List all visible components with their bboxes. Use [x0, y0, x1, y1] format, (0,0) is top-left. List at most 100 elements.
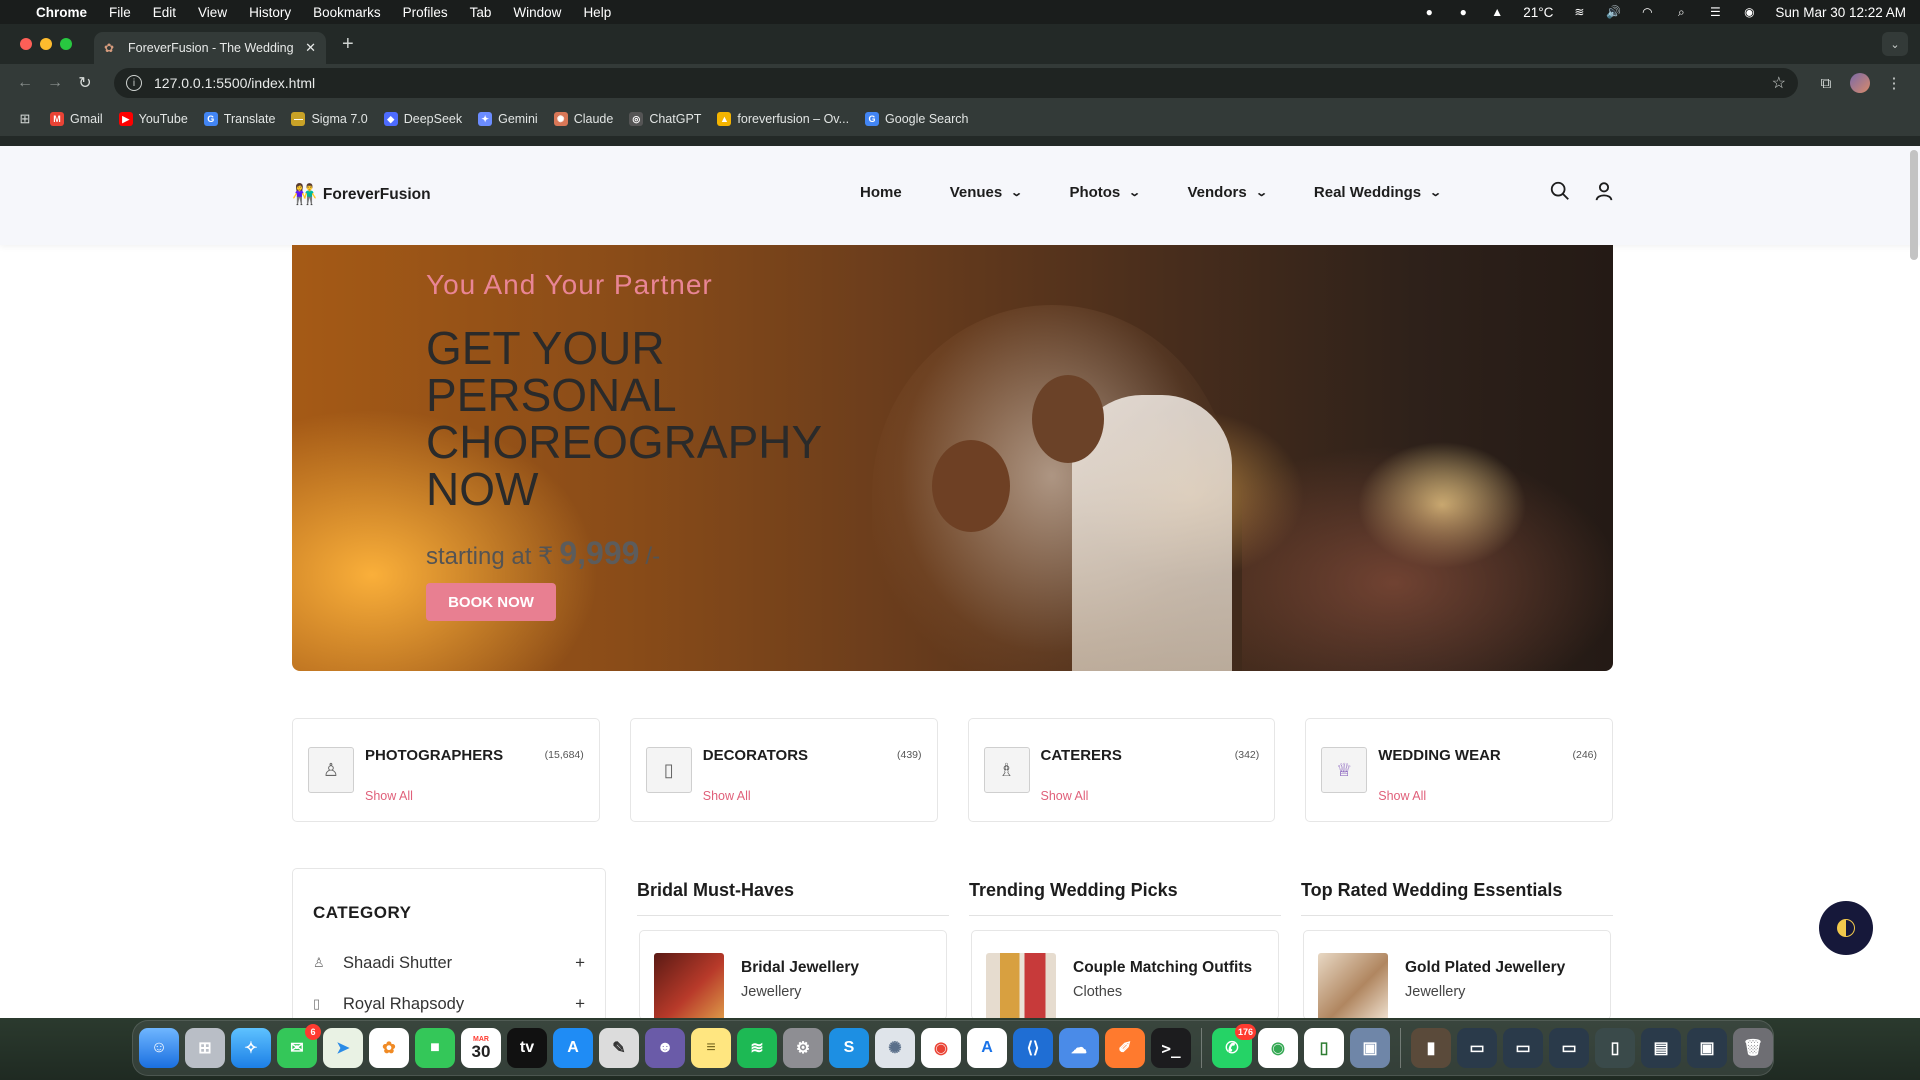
nav-vendors[interactable]: Vendors ⌄ [1188, 184, 1268, 201]
product-card[interactable]: Bridal Jewellery Jewellery [639, 930, 947, 1018]
weather-temperature[interactable]: 21°C [1523, 5, 1553, 20]
chrome-menu-icon[interactable]: ⋮ [1878, 74, 1910, 92]
bookmark-claude[interactable]: ✺ Claude [553, 112, 613, 126]
show-all-link[interactable]: Show All [365, 789, 413, 803]
xcode-icon[interactable]: A [967, 1028, 1007, 1068]
skype-icon[interactable]: S [829, 1028, 869, 1068]
finder-icon[interactable]: ☺ [139, 1028, 179, 1068]
new-tab-icon[interactable]: + [342, 33, 354, 56]
sidecar-icon[interactable]: ☁ [1059, 1028, 1099, 1068]
category-card-decorators[interactable]: ▯ DECORATORS (439) Show All [629, 718, 938, 822]
minimized-window-icon[interactable]: ▤ [1641, 1028, 1681, 1068]
nav-photos[interactable]: Photos ⌄ [1069, 184, 1141, 201]
wifi-icon[interactable]: ◠ [1639, 5, 1655, 19]
status-a-icon[interactable]: ▲ [1489, 5, 1505, 19]
menu-edit[interactable]: Edit [153, 5, 176, 20]
menu-help[interactable]: Help [583, 5, 611, 20]
expand-plus-icon[interactable]: + [575, 994, 585, 1014]
nav-real-weddings[interactable]: Real Weddings ⌄ [1314, 184, 1442, 201]
menu-history[interactable]: History [249, 5, 291, 20]
menu-bookmarks[interactable]: Bookmarks [313, 5, 381, 20]
reload-icon[interactable]: ↻ [70, 73, 100, 93]
category-card-caterers[interactable]: ♗ CATERERS (342) Show All [967, 718, 1276, 822]
show-all-link[interactable]: Show All [1378, 789, 1426, 803]
preview-icon[interactable]: ▯ [1304, 1028, 1344, 1068]
minimized-window-icon[interactable]: ▭ [1457, 1028, 1497, 1068]
photos-icon[interactable]: ✿ [369, 1028, 409, 1068]
spotlight-search-icon[interactable]: ⌕ [1673, 5, 1689, 19]
calendar-icon[interactable]: MAR 30 [461, 1028, 501, 1068]
search-icon[interactable] [1549, 180, 1571, 202]
zoom-window-button[interactable] [60, 38, 72, 50]
show-all-link[interactable]: Show All [703, 789, 751, 803]
profile-avatar[interactable] [1850, 73, 1870, 93]
expand-plus-icon[interactable]: + [575, 953, 585, 973]
safari-icon[interactable]: ✧ [231, 1028, 271, 1068]
app-store-icon[interactable]: A [553, 1028, 593, 1068]
apps-grid-icon[interactable]: ⊞ [16, 111, 34, 127]
trash-icon[interactable]: 🗑 [1733, 1028, 1773, 1068]
maps-icon[interactable]: ➤ [323, 1028, 363, 1068]
forward-icon[interactable]: → [40, 74, 70, 92]
notes-icon[interactable]: ≡ [691, 1028, 731, 1068]
close-tab-icon[interactable]: ✕ [305, 40, 316, 56]
minimized-window-icon[interactable]: ▮ [1411, 1028, 1451, 1068]
apple-tv-icon[interactable]: tv [507, 1028, 547, 1068]
siri-icon[interactable]: ◉ [1741, 5, 1757, 19]
status-app-icon[interactable]: ● [1421, 5, 1437, 19]
chrome-icon[interactable]: ◉ [921, 1028, 961, 1068]
script-editor-icon[interactable]: ✎ [599, 1028, 639, 1068]
whatsapp-icon[interactable]: ✆ 176 [1212, 1024, 1256, 1068]
status-m-icon[interactable]: ● [1455, 5, 1471, 19]
vscode-icon[interactable]: ⟨⟩ [1013, 1028, 1053, 1068]
launchpad-icon[interactable]: ⊞ [185, 1028, 225, 1068]
page-scrollbar[interactable] [1910, 150, 1918, 260]
chrome-profile-icon[interactable]: ◉ [1258, 1028, 1298, 1068]
bookmark-gmail[interactable]: M Gmail [50, 112, 103, 126]
menu-file[interactable]: File [109, 5, 131, 20]
nav-venues[interactable]: Venues ⌄ [950, 184, 1024, 201]
menu-view[interactable]: View [198, 5, 227, 20]
bookmark-deepseek[interactable]: ◆ DeepSeek [383, 112, 462, 126]
back-icon[interactable]: ← [10, 74, 40, 92]
active-tab[interactable]: ✿ ForeverFusion - The Wedding ✕ [94, 32, 326, 64]
terminal-icon[interactable]: >_ [1151, 1028, 1191, 1068]
menu-app-chrome[interactable]: Chrome [36, 5, 87, 20]
minimized-window-icon[interactable]: ▣ [1687, 1028, 1727, 1068]
extensions-icon[interactable]: ⧉ [1810, 75, 1842, 92]
system-settings-icon[interactable]: ⚙ [783, 1028, 823, 1068]
minimized-window-icon[interactable]: ▭ [1503, 1028, 1543, 1068]
sidebar-item-royal-rhapsody[interactable]: ▯ Royal Rhapsody + [313, 994, 585, 1014]
user-icon[interactable] [1593, 180, 1615, 202]
menubar-clock[interactable]: Sun Mar 30 12:22 AM [1775, 5, 1906, 20]
bookmark-foreverfusion[interactable]: ▲ foreverfusion – Ov... [717, 112, 849, 126]
site-logo[interactable]: 👫 ForeverFusion [292, 182, 431, 207]
pencil-app-icon[interactable]: ✐ [1105, 1028, 1145, 1068]
category-card-wedding-wear[interactable]: ♕ WEDDING WEAR (246) Show All [1305, 718, 1613, 822]
bookmark-youtube[interactable]: ▶ YouTube [118, 112, 188, 126]
bookmark-google-search[interactable]: G Google Search [865, 112, 968, 126]
screenshot-icon[interactable]: ▣ [1350, 1028, 1390, 1068]
alien-app-icon[interactable]: ☻ [645, 1028, 685, 1068]
site-info-icon[interactable]: i [126, 75, 142, 91]
nav-home[interactable]: Home [860, 184, 902, 201]
facetime-icon[interactable]: ■ [415, 1028, 455, 1068]
show-all-link[interactable]: Show All [1041, 789, 1089, 803]
minimized-window-icon[interactable]: ▯ [1595, 1028, 1635, 1068]
bookmark-gemini[interactable]: ✦ Gemini [478, 112, 538, 126]
utility-gear-icon[interactable]: ✺ [875, 1028, 915, 1068]
spotify-icon[interactable]: ≋ [737, 1028, 777, 1068]
address-bar[interactable]: i 127.0.0.1:5500/index.html ☆ [114, 68, 1798, 98]
menu-window[interactable]: Window [513, 5, 561, 20]
sidebar-item-shaadi-shutter[interactable]: ♙ Shaadi Shutter + [313, 953, 585, 973]
product-card[interactable]: Gold Plated Jewellery Jewellery [1303, 930, 1611, 1018]
tab-search-chevron-icon[interactable]: ⌄ [1882, 32, 1908, 56]
menu-profiles[interactable]: Profiles [403, 5, 448, 20]
minimized-window-icon[interactable]: ▭ [1549, 1028, 1589, 1068]
product-card[interactable]: Couple Matching Outfits Clothes [971, 930, 1279, 1018]
layers-icon[interactable]: ≋ [1571, 5, 1587, 19]
control-center-icon[interactable]: ☰ [1707, 5, 1723, 19]
category-card-photographers[interactable]: ♙ PHOTOGRAPHERS (15,684) Show All [292, 718, 600, 822]
menu-tab[interactable]: Tab [470, 5, 492, 20]
bookmark-star-icon[interactable]: ☆ [1772, 73, 1786, 93]
